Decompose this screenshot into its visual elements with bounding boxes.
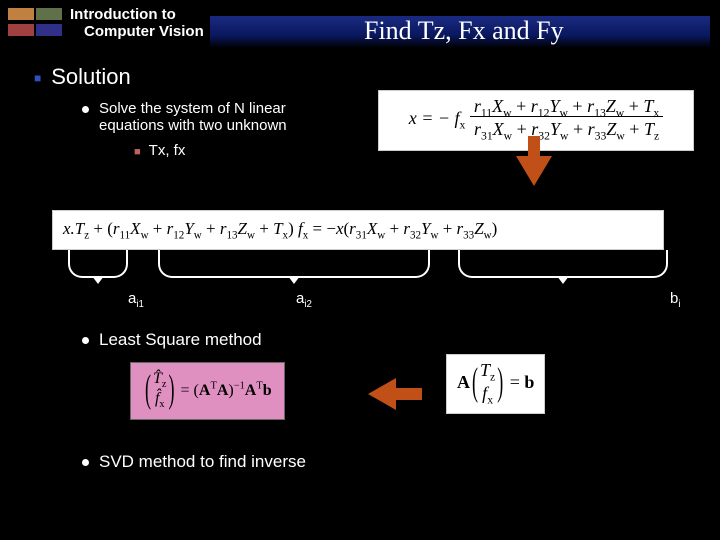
brace-ai2-icon bbox=[158, 250, 430, 278]
equation-matrix-form: A(Tzfx) = b bbox=[446, 354, 545, 414]
arrow-left-icon bbox=[368, 378, 396, 410]
bullet-least-square: Least Square method bbox=[82, 330, 262, 350]
bullet-dot-icon bbox=[82, 337, 89, 344]
course-title: Introduction to Computer Vision bbox=[70, 6, 204, 41]
equation-linear-form: x.Tz + (r11Xw + r12Yw + r13Zw + Tx) fx =… bbox=[52, 210, 664, 250]
label-bi: bi bbox=[670, 290, 681, 310]
course-line2: Computer Vision bbox=[84, 23, 204, 40]
logo-icon bbox=[8, 8, 64, 38]
brace-bi-icon bbox=[458, 250, 668, 278]
bullet-svd: SVD method to find inverse bbox=[82, 452, 306, 472]
arrow-down-icon bbox=[516, 156, 552, 186]
bullet-dot-icon bbox=[82, 106, 89, 113]
label-ai1: ai1 bbox=[128, 290, 144, 310]
course-line1: Introduction to bbox=[70, 6, 204, 23]
label-ai2: ai2 bbox=[296, 290, 312, 310]
heading-solution: ■Solution bbox=[34, 64, 720, 90]
bullet-dot-icon bbox=[82, 459, 89, 466]
slide-title: Find Tz, Fx and Fy bbox=[210, 16, 710, 48]
bullet-square-small-icon: ■ bbox=[134, 146, 141, 158]
equation-normal-equations: (T̂zf̂x) = (ATA)−1ATb bbox=[130, 362, 285, 420]
brace-ai1-icon bbox=[68, 250, 128, 278]
bullet-square-icon: ■ bbox=[34, 71, 41, 85]
